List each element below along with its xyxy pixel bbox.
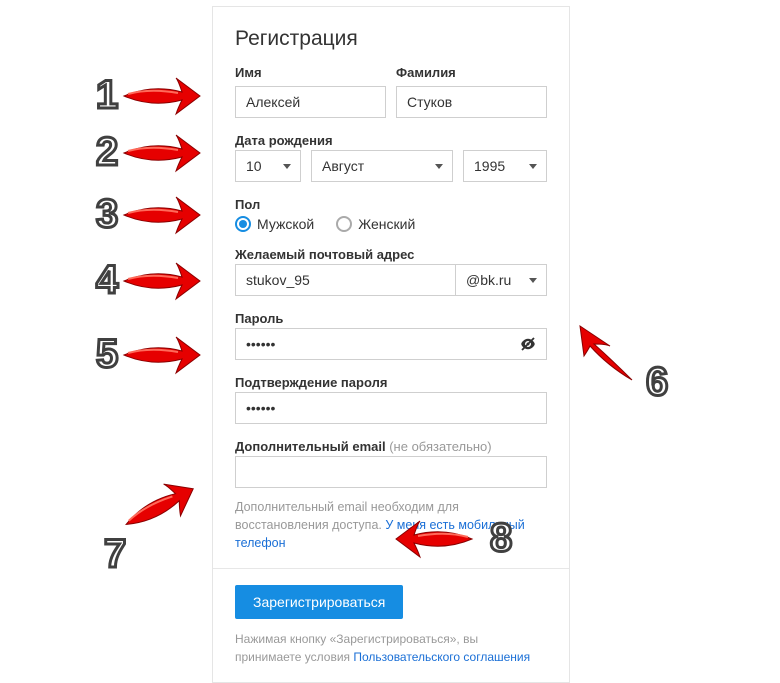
gender-group: Пол Мужской Женский (235, 196, 547, 232)
annotation-3-number: 3 (96, 192, 116, 237)
terms-link[interactable]: Пользовательского соглашения (353, 650, 530, 664)
annotation-7: 7 (108, 496, 198, 556)
email-label: Желаемый почтовый адрес (235, 247, 414, 262)
arrow-right-icon (122, 333, 212, 377)
annotation-1: 1 (96, 73, 212, 118)
annotation-3: 3 (96, 192, 212, 237)
page-title: Регистрация (235, 27, 547, 51)
arrow-right-icon (122, 259, 212, 303)
divider (213, 568, 569, 569)
gender-male-radio[interactable]: Мужской (235, 216, 314, 232)
password-label: Пароль (235, 311, 283, 326)
password-confirm-group: Подтверждение пароля •••••• (235, 374, 547, 424)
alt-email-group: Дополнительный email (не обязательно) До… (235, 438, 547, 552)
arrow-right-icon (122, 193, 212, 237)
annotation-1-number: 1 (96, 73, 116, 118)
gender-female-text: Женский (358, 216, 415, 232)
annotation-4-number: 4 (96, 258, 116, 303)
arrow-upleft-icon (572, 320, 642, 390)
last-name-label: Фамилия (396, 65, 547, 80)
first-name-input[interactable]: Алексей (235, 86, 386, 118)
gender-label: Пол (235, 197, 260, 212)
alt-email-input[interactable] (235, 456, 547, 488)
registration-card: Регистрация Имя Алексей Фамилия Стуков Д… (212, 6, 570, 683)
arrow-right-icon (122, 74, 212, 118)
dob-group: Дата рождения 10 Август 1995 (235, 132, 547, 182)
password-confirm-label: Подтверждение пароля (235, 375, 387, 390)
annotation-5: 5 (96, 332, 212, 377)
annotation-5-number: 5 (96, 332, 116, 377)
password-group: Пароль •••••• (235, 310, 547, 360)
dob-label: Дата рождения (235, 133, 333, 148)
email-domain-select[interactable]: @bk.ru (455, 264, 547, 296)
radio-unchecked-icon (336, 216, 352, 232)
alt-email-label-text: Дополнительный email (235, 439, 386, 454)
arrow-right-icon (114, 464, 222, 559)
annotation-2: 2 (96, 130, 212, 175)
first-name-label: Имя (235, 65, 386, 80)
terms-text: Нажимая кнопку «Зарегистрироваться», вы … (235, 631, 547, 666)
register-button[interactable]: Зарегистрироваться (235, 585, 403, 619)
name-row: Имя Алексей Фамилия Стуков (235, 65, 547, 118)
dob-day-select[interactable]: 10 (235, 150, 301, 182)
annotation-4: 4 (96, 258, 212, 303)
dob-month-select[interactable]: Август (311, 150, 453, 182)
email-group: Желаемый почтовый адрес stukov_95 @bk.ru (235, 246, 547, 296)
annotation-2-number: 2 (96, 130, 116, 175)
password-input[interactable]: •••••• (235, 328, 547, 360)
annotation-6-number: 6 (646, 360, 666, 405)
radio-checked-icon (235, 216, 251, 232)
gender-female-radio[interactable]: Женский (336, 216, 415, 232)
annotation-6: 6 (572, 320, 642, 390)
toggle-password-icon[interactable] (519, 335, 537, 353)
arrow-right-icon (122, 131, 212, 175)
password-confirm-input[interactable]: •••••• (235, 392, 547, 424)
annotation-7-number: 7 (104, 532, 124, 577)
email-local-input[interactable]: stukov_95 (235, 264, 455, 296)
alt-email-label: Дополнительный email (не обязательно) (235, 439, 492, 454)
gender-male-text: Мужской (257, 216, 314, 232)
alt-email-help: Дополнительный email необходим для восст… (235, 498, 547, 552)
dob-year-select[interactable]: 1995 (463, 150, 547, 182)
last-name-input[interactable]: Стуков (396, 86, 547, 118)
alt-email-optional: (не обязательно) (389, 439, 491, 454)
